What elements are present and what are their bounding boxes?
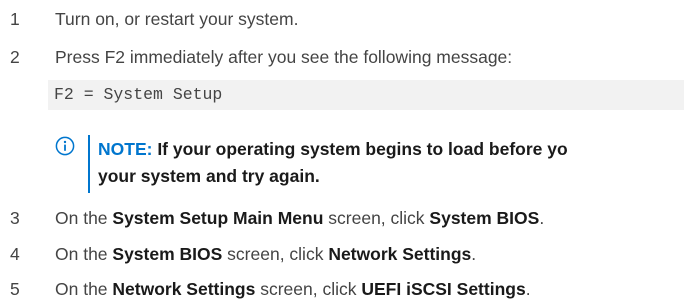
code-text: F2 = System Setup: [54, 85, 223, 104]
note-text: If your operating system begins to load …: [152, 139, 568, 159]
text-segment: screen, click: [323, 208, 430, 228]
step-text: Press F2 immediately after you see the f…: [55, 47, 513, 67]
text-segment: .: [539, 208, 545, 228]
text-segment: screen, click: [255, 279, 362, 299]
step-number: 2: [10, 47, 20, 67]
note-line-1: NOTE: If your operating system begins to…: [98, 136, 568, 162]
note-line-2: your system and try again.: [98, 163, 320, 189]
step-4: 4 On the System BIOS screen, click Netwo…: [0, 241, 684, 267]
step-number: 4: [10, 244, 20, 264]
text-segment: .: [471, 244, 477, 264]
step-number: 1: [10, 9, 20, 29]
menu-option: UEFI iSCSI Settings: [361, 279, 526, 299]
menu-option: Network Settings: [328, 244, 472, 264]
note-divider: [88, 135, 90, 193]
text-segment: screen, click: [222, 244, 329, 264]
code-block: F2 = System Setup: [48, 80, 684, 110]
screen-name: System BIOS: [112, 244, 223, 264]
step-1: 1 Turn on, or restart your system.: [0, 6, 684, 32]
step-text: On the System Setup Main Menu screen, cl…: [55, 205, 544, 231]
text-segment: On the: [55, 208, 113, 228]
menu-option: System BIOS: [429, 208, 540, 228]
step-2: 2 Press F2 immediately after you see the…: [0, 44, 684, 70]
screen-name: System Setup Main Menu: [112, 208, 324, 228]
note-label: NOTE:: [98, 139, 153, 159]
step-text: On the System BIOS screen, click Network…: [55, 241, 476, 267]
step-text: Turn on, or restart your system.: [55, 9, 299, 29]
note-text-continued: your system and try again.: [98, 166, 320, 186]
text-segment: On the: [55, 244, 113, 264]
step-number: 5: [10, 279, 20, 299]
step-number: 3: [10, 208, 20, 228]
step-text: On the Network Settings screen, click UE…: [55, 276, 531, 302]
info-icon: [55, 136, 75, 156]
step-5: 5 On the Network Settings screen, click …: [0, 276, 684, 302]
step-3: 3 On the System Setup Main Menu screen, …: [0, 205, 684, 231]
text-segment: .: [525, 279, 531, 299]
screen-name: Network Settings: [112, 279, 256, 299]
text-segment: On the: [55, 279, 113, 299]
